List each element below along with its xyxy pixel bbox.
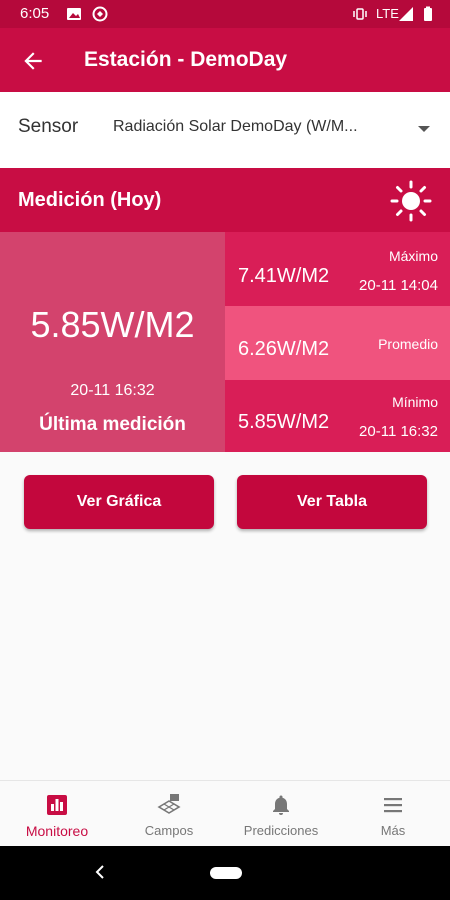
avg-value: 6.26W/M2 (238, 338, 330, 360)
avg-label: Promedio (378, 336, 438, 352)
max-label: Máximo (388, 248, 438, 264)
view-table-button[interactable]: Ver Tabla (237, 475, 427, 529)
nav-label-mas: Más (380, 823, 406, 838)
max-value: 7.41W/M2 (238, 265, 330, 287)
last-measurement-label: Última medición (39, 414, 186, 435)
nav-mas[interactable]: Más (337, 781, 449, 847)
avg-measurement-cell: 6.26W/M2 Promedio (225, 306, 450, 380)
system-back-icon[interactable] (92, 864, 108, 880)
min-measurement-cell: Mínimo 5.85W/M2 20-11 16:32 (225, 380, 450, 452)
nav-campos[interactable]: Campos (113, 781, 225, 847)
measurement-title: Medición (Hoy) (18, 189, 162, 211)
page-title: Estación - DemoDay (84, 48, 288, 71)
sensor-dropdown-value: Radiación Solar DemoDay (W/M... (113, 118, 358, 135)
sync-notification-icon (92, 6, 108, 22)
max-measurement-cell: Máximo 7.41W/M2 20-11 14:04 (225, 232, 450, 306)
measurement-header: Medición (Hoy) (0, 168, 450, 232)
min-label: Mínimo (392, 394, 438, 410)
nav-label-campos: Campos (144, 823, 194, 838)
sensor-selector-row: Sensor Radiación Solar DemoDay (W/M... (0, 92, 450, 168)
battery-icon (424, 6, 432, 21)
sensor-dropdown[interactable]: Radiación Solar DemoDay (W/M... (100, 106, 440, 154)
max-time: 20-11 14:04 (359, 277, 438, 294)
signal-icon (399, 7, 413, 21)
last-measurement-panel: 5.85W/M2 20-11 16:32 Última medición (0, 232, 225, 452)
last-measurement-time: 20-11 16:32 (70, 382, 155, 399)
nav-monitoreo[interactable]: Monitoreo (1, 781, 113, 847)
last-measurement-value: 5.85W/M2 (30, 304, 195, 345)
status-bar: 6:05 LTE (0, 0, 450, 28)
sun-icon (390, 180, 432, 222)
system-navigation-bar (0, 846, 450, 900)
app-bar: Estación - DemoDay (0, 28, 450, 92)
nav-label-monitoreo: Monitoreo (25, 823, 89, 839)
fields-icon (157, 794, 181, 814)
back-arrow-icon[interactable] (20, 48, 46, 74)
menu-icon (384, 798, 402, 813)
image-notification-icon (67, 8, 81, 20)
min-time: 20-11 16:32 (359, 423, 438, 440)
bottom-navigation: Monitoreo Campos Predicciones Más (0, 780, 450, 847)
min-value: 5.85W/M2 (238, 411, 330, 433)
network-type: LTE (376, 6, 399, 21)
sensor-label: Sensor (18, 116, 79, 137)
nav-predicciones[interactable]: Predicciones (225, 781, 337, 847)
dropdown-caret-icon (418, 126, 430, 132)
status-time: 6:05 (20, 5, 50, 22)
bar-chart-icon (47, 795, 67, 815)
bell-icon (273, 795, 289, 815)
view-chart-button[interactable]: Ver Gráfica (24, 475, 214, 529)
system-home-pill[interactable] (210, 867, 242, 879)
nav-label-predicciones: Predicciones (243, 823, 319, 838)
vibrate-icon (353, 8, 367, 20)
